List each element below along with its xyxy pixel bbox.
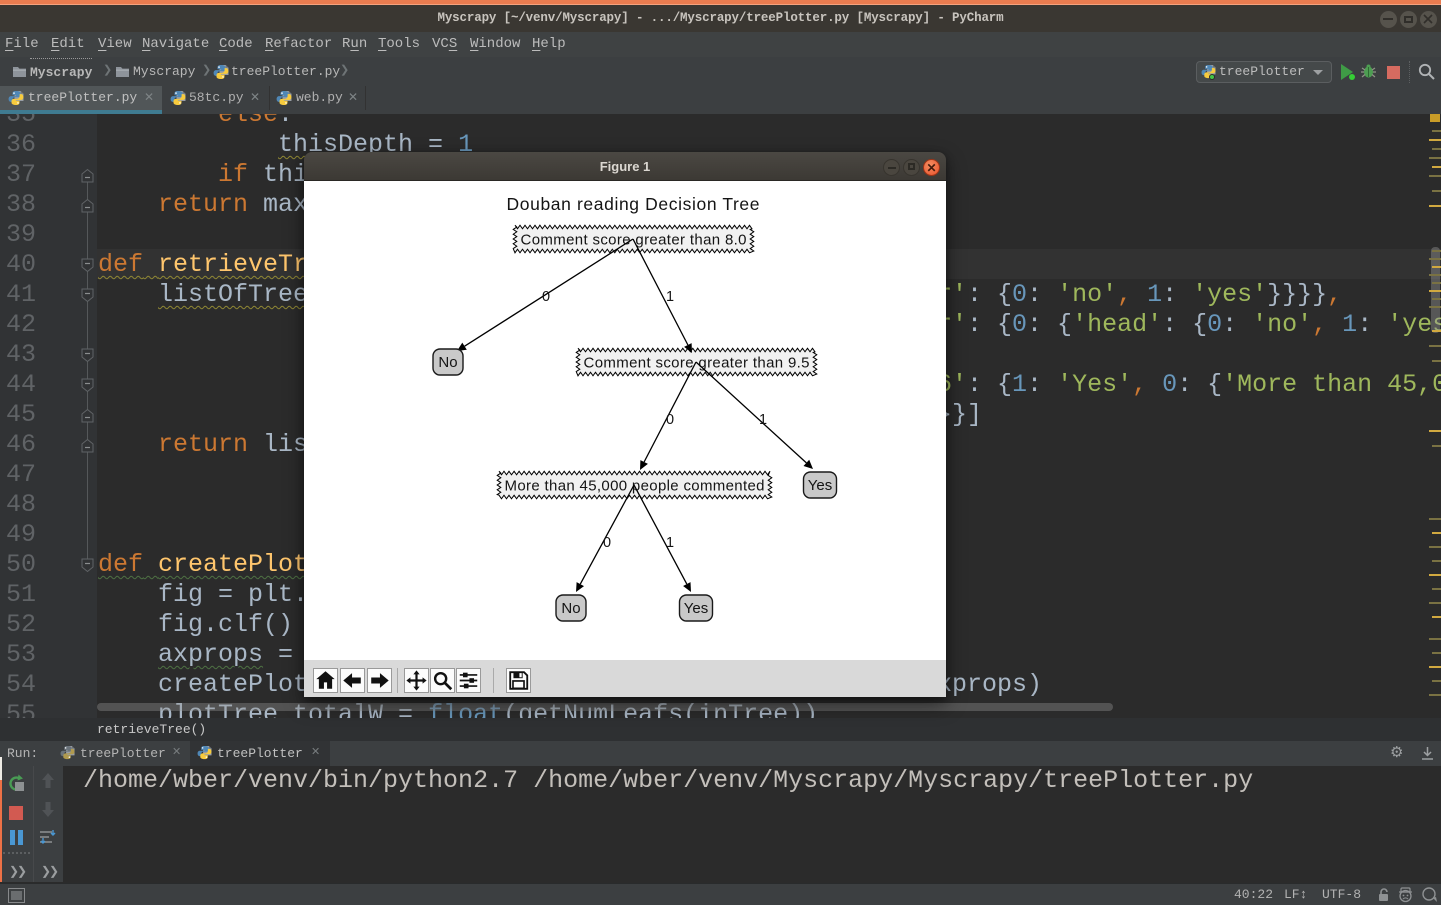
svg-text:No: No <box>438 354 457 371</box>
svg-text:0: 0 <box>666 412 674 428</box>
svg-text:1: 1 <box>666 535 674 551</box>
svg-text:1: 1 <box>759 412 767 428</box>
svg-text:0: 0 <box>542 289 550 305</box>
svg-text:0: 0 <box>603 535 611 551</box>
svg-text:1: 1 <box>666 289 674 305</box>
svg-text:Douban reading Decision Tree: Douban reading Decision Tree <box>507 194 760 214</box>
svg-text:Yes: Yes <box>684 600 708 617</box>
svg-text:Yes: Yes <box>808 477 832 494</box>
svg-text:No: No <box>561 600 580 617</box>
